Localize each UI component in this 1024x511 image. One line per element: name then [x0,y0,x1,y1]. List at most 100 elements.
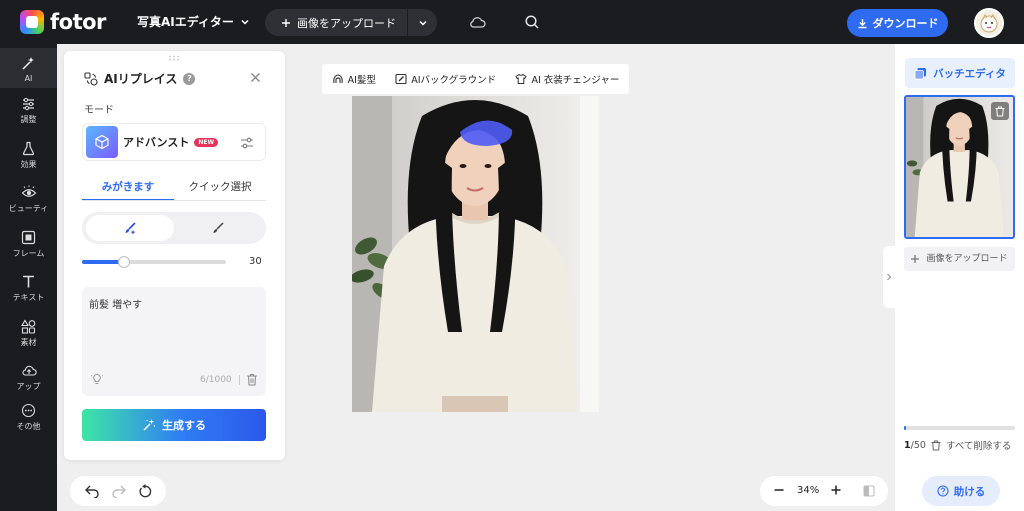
generate-label: 生成する [162,419,206,432]
panel-title: AIリプレイス ? [84,70,196,87]
editor-type-dropdown[interactable]: 写真AIエディター [137,13,250,30]
tab-brush[interactable]: みがきます [82,179,174,201]
rail-item-upload[interactable]: アップ [0,363,57,392]
panel-title-text: AIリプレイス [104,72,178,86]
rail-item-beauty[interactable]: ビューティ [0,185,57,214]
download-icon [858,18,866,28]
upload-image-label: 画像をアップロード [297,16,396,30]
brush-add-button[interactable] [86,215,174,241]
brush-size-slider[interactable] [82,256,226,268]
shapes-icon [21,319,36,334]
image-count-current: 1 [904,439,911,451]
rail-item-text[interactable]: テキスト [0,274,57,303]
brush-add-icon [125,222,136,234]
delete-thumbnail-button[interactable] [991,102,1009,120]
logo-text: fotor [50,10,106,34]
ai-replace-panel: AIリプレイス ? モード アドバンスト NEW みがきます クイック選択 30… [64,51,285,460]
drag-handle-icon[interactable] [168,55,180,61]
tab-quick-select[interactable]: クイック選択 [174,179,266,201]
fotor-logo[interactable]: fotor [20,10,106,34]
history-controls [70,476,166,506]
selection-tabs: みがきます クイック選択 [82,179,266,201]
search-icon[interactable] [524,14,540,30]
redo-icon[interactable] [111,484,127,498]
ai-hairstyle-button[interactable]: AI髪型 [332,72,376,86]
chevron-right-icon [887,273,892,281]
prompt-input[interactable]: 前髪 増やす 6/1000 [82,287,266,396]
frame-icon [21,230,36,245]
rail-item-more[interactable]: その他 [0,403,57,432]
zoom-in-icon[interactable] [830,484,842,496]
help-question-icon[interactable]: ? [183,72,196,85]
chevron-down-icon [241,19,249,25]
ai-background-button[interactable]: AIバックグラウンド [395,72,496,86]
batch-editor-label: バッチエディタ [933,67,1006,80]
rail-item-ai[interactable]: AI [0,48,57,88]
ai-replace-icon [84,71,98,86]
lightbulb-icon[interactable] [91,373,103,385]
upload-options-button[interactable] [408,9,437,36]
ai-hairstyle-label: AI髪型 [347,75,376,86]
close-icon[interactable] [250,72,261,83]
rail-item-frame[interactable]: フレーム [0,230,57,259]
reset-icon[interactable] [138,483,153,499]
tool-rail: AI 調整 効果 ビューティ フレーム テキスト 素材 アップ その他 [0,44,57,511]
zoom-value: 34% [797,485,820,496]
generate-button[interactable]: 生成する [82,409,266,441]
tabs-divider [82,200,266,201]
rail-label-frame: フレーム [12,249,45,258]
edited-photo[interactable] [352,96,599,412]
user-avatar[interactable] [974,8,1004,38]
editor-type-label: 写真AIエディター [137,15,234,29]
help-circle-icon [937,485,949,497]
layers-icon [914,67,927,79]
brush-size-value: 30 [249,256,262,267]
more-icon [21,403,36,418]
rail-item-adjust[interactable]: 調整 [0,96,57,125]
ai-outfit-button[interactable]: AI 衣装チェンジャー [515,72,619,86]
delete-all-button[interactable]: すべて削除する [946,438,1011,452]
undo-icon[interactable] [84,484,100,498]
sliders-icon [23,97,34,111]
brush-size-handle[interactable] [117,256,130,268]
upload-image-button[interactable]: 画像をアップロード [265,9,407,36]
plus-icon [911,255,919,263]
cloud-icon[interactable] [468,14,486,30]
add-image-button[interactable]: 画像をアップロード [904,247,1015,271]
trash-icon [931,440,941,450]
ai-background-label: AIバックグラウンド [411,75,497,86]
batch-editor-button[interactable]: バッチエディタ [905,58,1015,88]
rail-item-effects[interactable]: 効果 [0,141,57,170]
prompt-text: 前髪 増やす [89,300,143,311]
magic-wand-icon [143,419,156,431]
mode-thumbnail [86,126,118,158]
prompt-char-count: 6/1000 [200,375,232,385]
image-count-text: 1/50 [904,440,926,451]
collapse-panel-tab[interactable] [883,246,895,308]
brush-erase-button[interactable] [174,215,262,241]
mode-name: アドバンスト [123,136,190,149]
download-button[interactable]: ダウンロード [847,9,948,37]
rail-item-elements[interactable]: 素材 [0,319,57,348]
help-button[interactable]: 助ける [922,476,1000,506]
trash-icon[interactable] [246,373,258,386]
zoom-out-icon[interactable] [773,484,785,496]
image-thumbnail[interactable] [904,95,1015,239]
text-icon [23,275,34,288]
rail-label-adjust: 調整 [20,115,37,124]
rail-label-ai: AI [24,74,33,83]
zoom-controls: 34% [760,476,888,506]
image-count-progress-fill [904,426,907,430]
mode-label: モード [84,105,114,116]
compare-icon[interactable] [863,485,875,497]
trash-icon [995,106,1005,116]
settings-sliders-icon[interactable] [240,136,254,150]
mode-selector[interactable]: アドバンスト NEW [82,123,266,161]
plus-icon [282,18,290,27]
chevron-down-icon [418,20,427,26]
magic-wand-icon [22,57,34,70]
rail-label-elements: 素材 [20,338,37,347]
hair-icon [332,74,343,84]
ai-outfit-label: AI 衣装チェンジャー [531,75,620,86]
rail-label-text: テキスト [12,293,45,302]
